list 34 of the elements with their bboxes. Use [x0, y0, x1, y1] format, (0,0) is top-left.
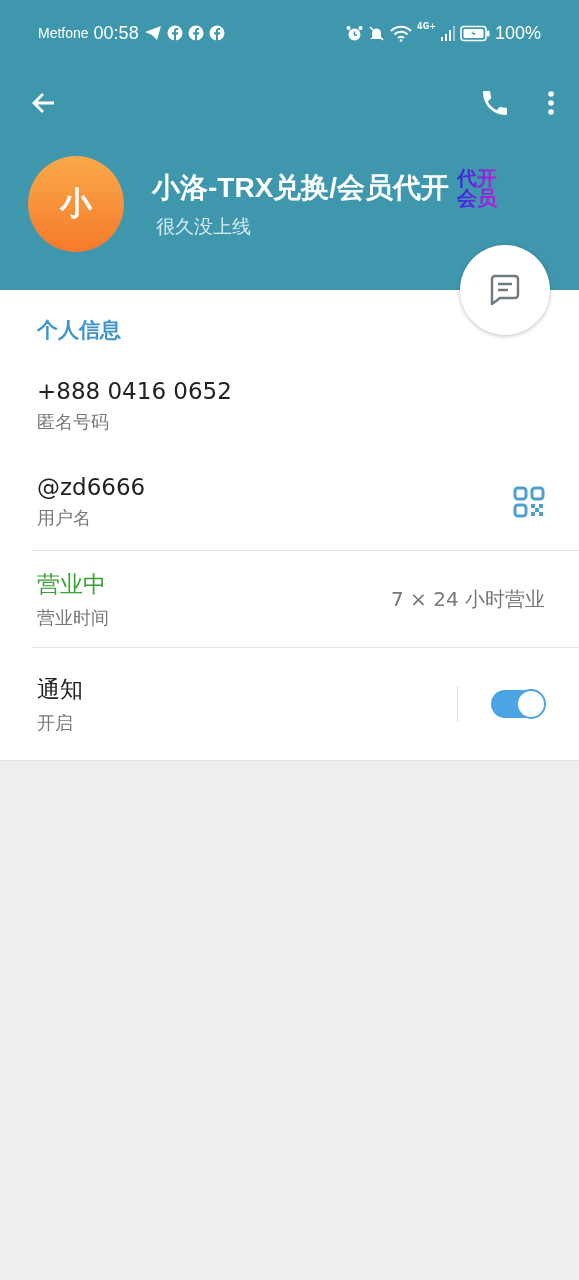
row-label: 营业时间: [37, 605, 110, 630]
more-vertical-icon: [547, 89, 555, 117]
battery-level: 100%: [494, 22, 541, 44]
social-app-icon: [166, 25, 183, 41]
social-app-icon: [208, 25, 225, 41]
section-heading: 个人信息: [36, 317, 122, 344]
paper-plane-icon: [143, 25, 162, 41]
business-hours-row[interactable]: 营业中 营业时间 7 × 24 小时营业: [32, 550, 579, 647]
contact-name: 小洛-TRX兑换/会员代开: [152, 171, 450, 205]
phone-number: +888 0416 0652: [37, 378, 233, 404]
qr-code-icon[interactable]: [513, 486, 545, 518]
sticker-text: 代开会员: [457, 168, 498, 208]
battery-icon: [459, 24, 490, 42]
alarm-clock-icon: [346, 24, 364, 42]
notifications-label: 通知: [37, 674, 84, 704]
hours-text: 7 × 24 小时营业: [391, 585, 545, 613]
muted-bell-icon: [368, 24, 386, 42]
carrier-name: Metfone: [38, 25, 89, 41]
signal-icon: [440, 24, 455, 42]
row-label: 匿名号码: [37, 410, 110, 434]
phone-row[interactable]: +888 0416 0652 匿名号码: [0, 358, 579, 454]
message-button[interactable]: [460, 245, 550, 335]
wifi-icon: [390, 24, 413, 42]
network-type: 4G+: [417, 22, 436, 31]
social-app-icon: [187, 25, 204, 41]
notifications-switch[interactable]: [491, 690, 545, 718]
username: @zd6666: [37, 474, 147, 500]
last-seen-status: 很久没上线: [156, 214, 251, 239]
open-status: 营业中: [37, 569, 107, 599]
clock: 00:58: [93, 22, 139, 44]
username-row[interactable]: @zd6666 用户名: [0, 454, 579, 550]
notifications-row[interactable]: 通知 开启: [32, 647, 579, 760]
row-label: 开启: [37, 710, 74, 735]
row-label: 用户名: [37, 506, 92, 530]
